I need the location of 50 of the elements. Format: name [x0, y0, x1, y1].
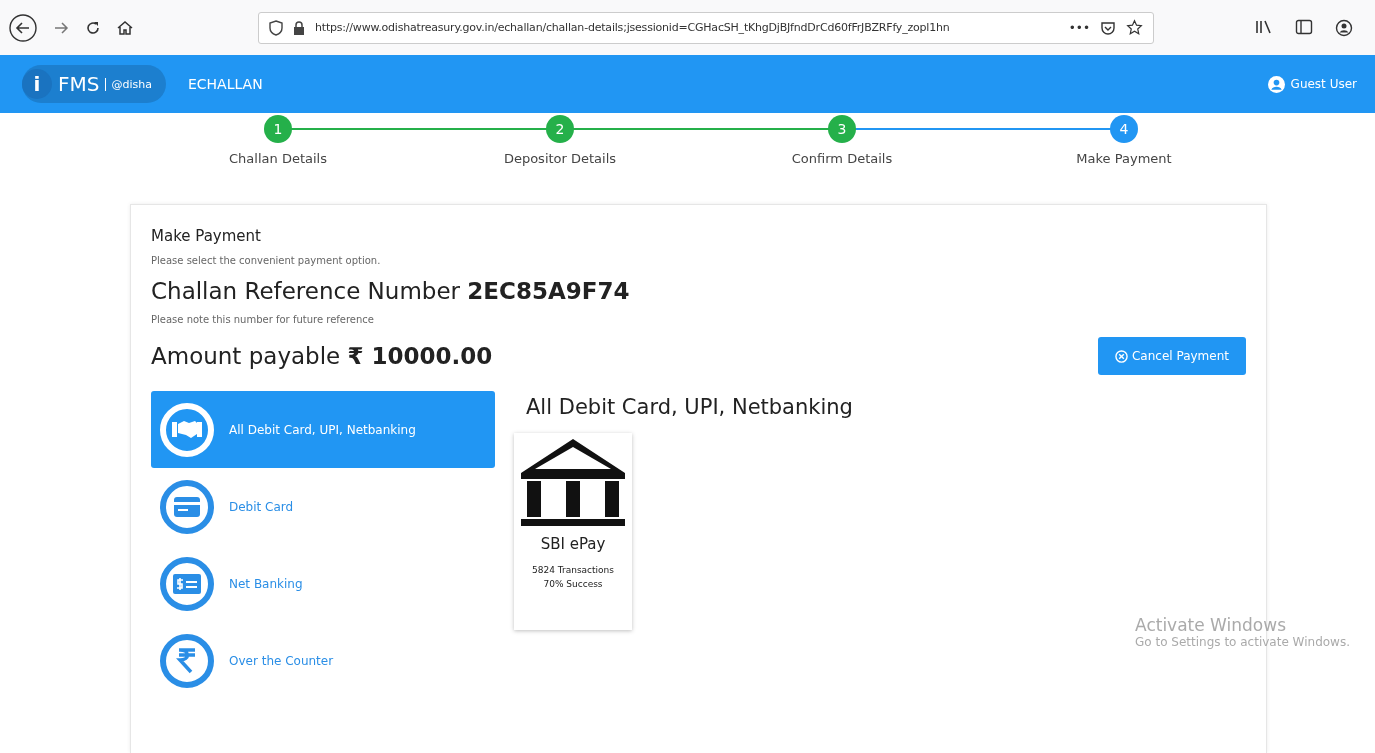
- star-icon[interactable]: [1126, 19, 1143, 36]
- fms-logo[interactable]: i FMS @disha: [22, 65, 166, 103]
- gateway-name: SBI ePay: [540, 535, 606, 553]
- logo-subtext: @disha: [105, 77, 152, 91]
- account-icon[interactable]: [1335, 18, 1353, 37]
- gateway-success-rate: 70% Success: [543, 578, 603, 591]
- payment-option[interactable]: All Debit Card, UPI, Netbanking: [151, 391, 495, 468]
- bank-building-icon: [519, 437, 627, 527]
- step-label: Depositor Details: [503, 151, 617, 166]
- step-label: Confirm Details: [791, 151, 893, 166]
- amount-payable: Amount payable ₹ 10000.00: [151, 343, 493, 369]
- payment-option[interactable]: Over the Counter: [151, 622, 495, 699]
- app-title: ECHALLAN: [187, 76, 263, 92]
- reference-number: Challan Reference Number 2EC85A9F74: [151, 278, 631, 304]
- activation-notice-title: Activate Windows: [1135, 615, 1287, 635]
- card-title: Make Payment: [151, 227, 262, 245]
- gateway-transactions: 5824 Transactions: [532, 564, 614, 577]
- address-bar[interactable]: https://www.odishatreasury.gov.in/echallan/challan-details;jsessionid=CGHacSH_tKhgDjBJfndDrCd60fFrJBZRFfy_zopl1hn •••: [258, 11, 1154, 44]
- gateway-tile[interactable]: SBI ePay 5824 Transactions 70% Success: [514, 433, 632, 630]
- url-text: https://www.odishatreasury.gov.in/echallan/challan-details;jsessionid=CGHacSH_tKhgDjBJfndDrCd60fFrJBZRFfy_zopl1hn: [315, 21, 951, 34]
- step-number: 4: [1110, 115, 1138, 143]
- payment-option[interactable]: Debit Card: [151, 468, 495, 545]
- rupee-icon: [159, 632, 215, 689]
- home-icon[interactable]: [116, 18, 134, 37]
- logo-text: FMS: [58, 72, 100, 96]
- logo-letter: i: [22, 69, 52, 99]
- activation-notice-text: Go to Settings to activate Windows.: [1135, 635, 1350, 649]
- more-actions-button[interactable]: •••: [1068, 20, 1090, 35]
- cancel-icon: [1115, 349, 1128, 363]
- lock-icon: [293, 20, 305, 35]
- step-number: 2: [546, 115, 574, 143]
- shield-icon: [269, 19, 283, 36]
- card-subtitle: Please select the convenient payment option.: [151, 255, 382, 266]
- step-number: 3: [828, 115, 856, 143]
- handshake-icon: [159, 401, 215, 458]
- card-icon: [159, 478, 215, 535]
- sidebar-icon[interactable]: [1295, 18, 1313, 35]
- library-icon[interactable]: [1255, 18, 1273, 35]
- user-name[interactable]: Guest User: [1290, 77, 1357, 91]
- banknote-icon: [159, 555, 215, 612]
- step-label: Challan Details: [229, 151, 327, 166]
- reference-note: Please note this number for future reference: [151, 314, 375, 325]
- cancel-payment-button[interactable]: Cancel Payment: [1098, 337, 1246, 375]
- payment-option[interactable]: Net Banking: [151, 545, 495, 622]
- step-number: 1: [264, 115, 292, 143]
- back-icon[interactable]: [8, 12, 38, 43]
- user-icon[interactable]: [1267, 75, 1285, 93]
- step-label: Make Payment: [1076, 151, 1172, 166]
- pocket-icon[interactable]: [1100, 19, 1116, 36]
- panel-title: All Debit Card, UPI, Netbanking: [526, 395, 853, 419]
